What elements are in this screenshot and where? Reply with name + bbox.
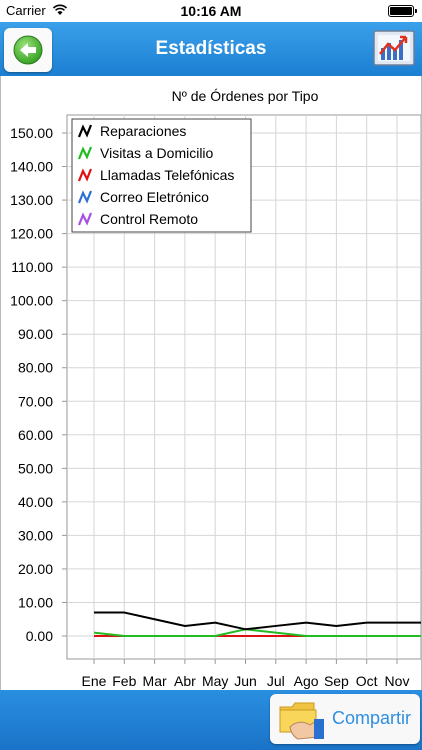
x-tick-label: Jul — [267, 673, 285, 689]
legend-label: Control Remoto — [100, 211, 198, 227]
y-tick-label: 120.00 — [10, 226, 53, 242]
x-tick-label: May — [202, 673, 228, 689]
battery-icon — [388, 5, 417, 17]
y-tick-label: 90.00 — [18, 326, 53, 342]
legend-label: Llamadas Telefónicas — [100, 167, 234, 183]
x-tick-label: Mar — [143, 673, 167, 689]
y-tick-label: 10.00 — [18, 594, 53, 610]
navigation-bar: Estadísticas — [0, 22, 422, 76]
stats-chart-icon[interactable] — [370, 28, 418, 70]
share-button[interactable]: Compartir — [270, 694, 420, 744]
y-tick-label: 0.00 — [26, 628, 53, 644]
orders-line-chart: Nº de Órdenes por Tipo 0.00 10.00 20.00 30.0… — [10, 88, 421, 689]
y-tick-label: 130.00 — [10, 192, 53, 208]
bottom-toolbar: Compartir — [0, 690, 422, 750]
chart-area: Nº de Órdenes por Tipo 0.00 10.00 20.00 30.0… — [0, 76, 422, 690]
y-tick-label: 20.00 — [18, 561, 53, 577]
x-tick-label: Sep — [324, 673, 349, 689]
y-tick-label: 150.00 — [10, 125, 53, 141]
y-tick-label: 50.00 — [18, 460, 53, 476]
chart-title: Nº de Órdenes por Tipo — [172, 88, 319, 104]
y-tick-label: 80.00 — [18, 360, 53, 376]
x-tick-label: Oct — [356, 673, 378, 689]
folder-share-icon — [279, 702, 324, 740]
y-tick-label: 60.00 — [18, 427, 53, 443]
x-tick-label: Ago — [294, 673, 319, 689]
legend-label: Visitas a Domicilio — [100, 145, 214, 161]
y-tick-label: 140.00 — [10, 159, 53, 175]
x-tick-label: Feb — [112, 673, 136, 689]
y-tick-label: 30.00 — [18, 527, 53, 543]
share-label: Compartir — [332, 708, 412, 728]
status-bar: Carrier 10:16 AM — [0, 0, 422, 22]
legend-label: Correo Eletrónico — [100, 189, 209, 205]
x-tick-label: Jun — [234, 673, 257, 689]
x-tick-label: Nov — [385, 673, 410, 689]
chart-legend: Reparaciones Visitas a Domicilio Llamadas … — [71, 118, 252, 233]
y-tick-label: 70.00 — [18, 393, 53, 409]
y-tick-label: 110.00 — [11, 259, 53, 275]
page-title: Estadísticas — [155, 38, 267, 59]
y-tick-label: 100.00 — [10, 293, 53, 309]
x-tick-label: Ene — [82, 673, 107, 689]
x-tick-label: Abr — [174, 673, 196, 689]
y-tick-label: 40.00 — [18, 494, 53, 510]
status-time: 10:16 AM — [180, 3, 242, 19]
legend-label: Reparaciones — [100, 123, 186, 139]
